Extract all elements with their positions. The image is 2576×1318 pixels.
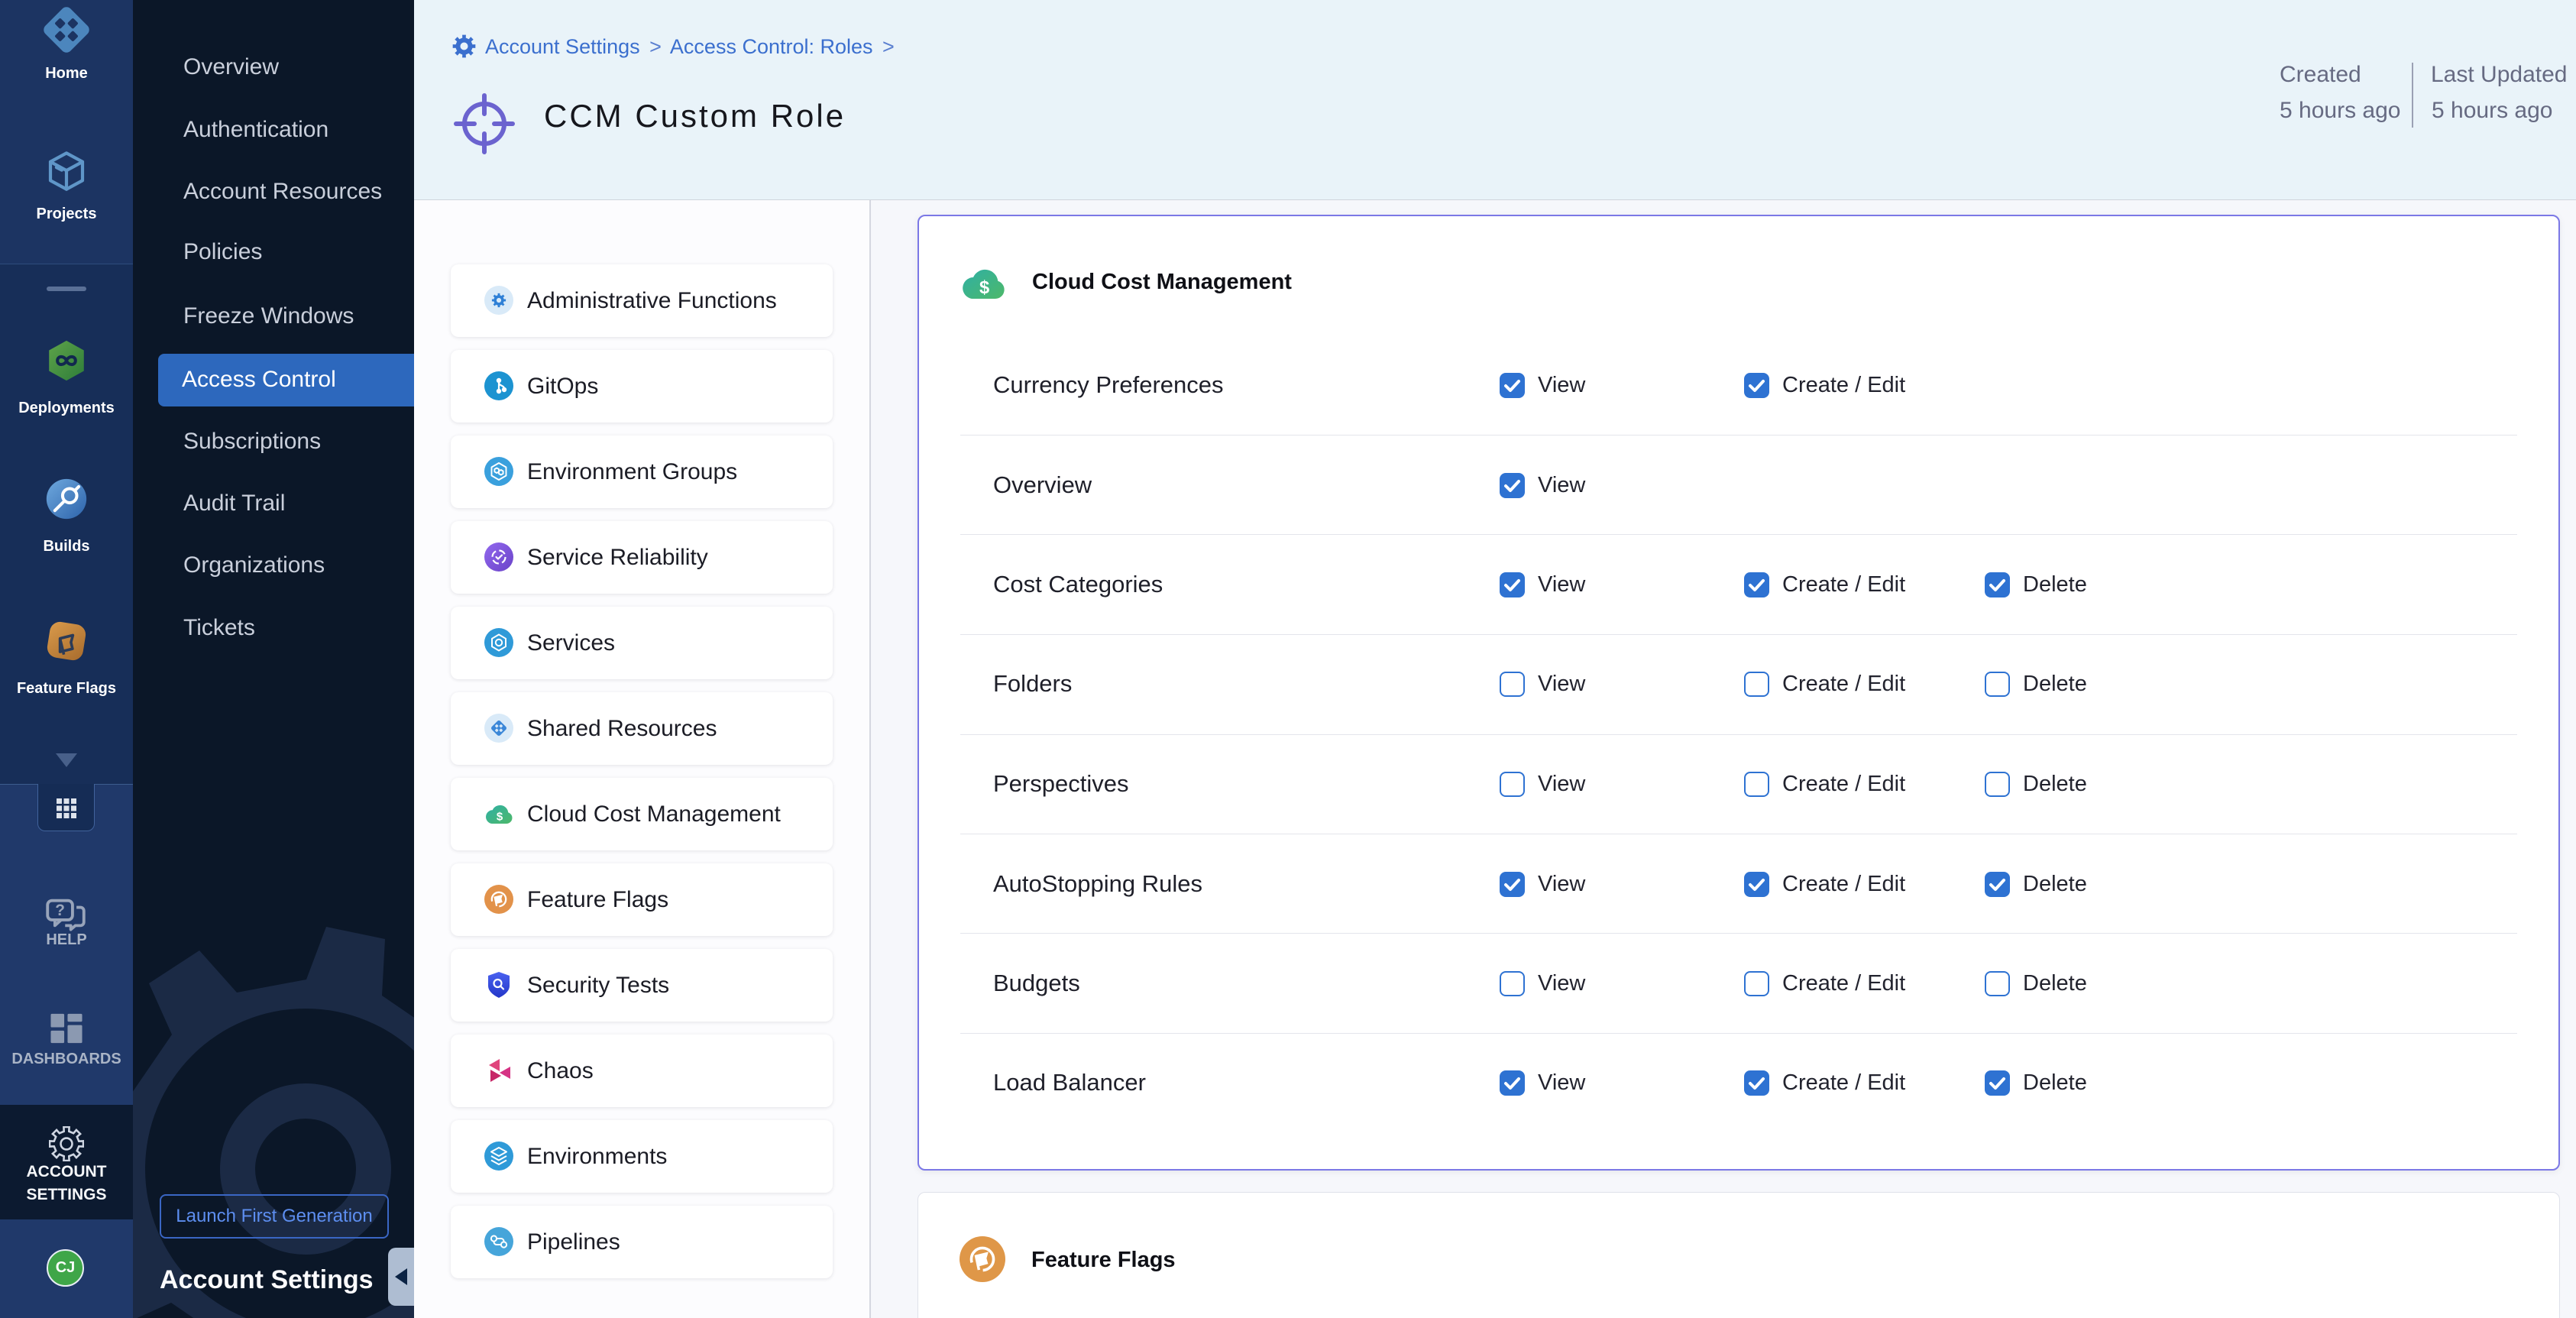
svg-text:$: $ xyxy=(979,278,989,298)
svg-text:$: $ xyxy=(497,811,503,824)
svg-text:?: ? xyxy=(55,902,65,919)
